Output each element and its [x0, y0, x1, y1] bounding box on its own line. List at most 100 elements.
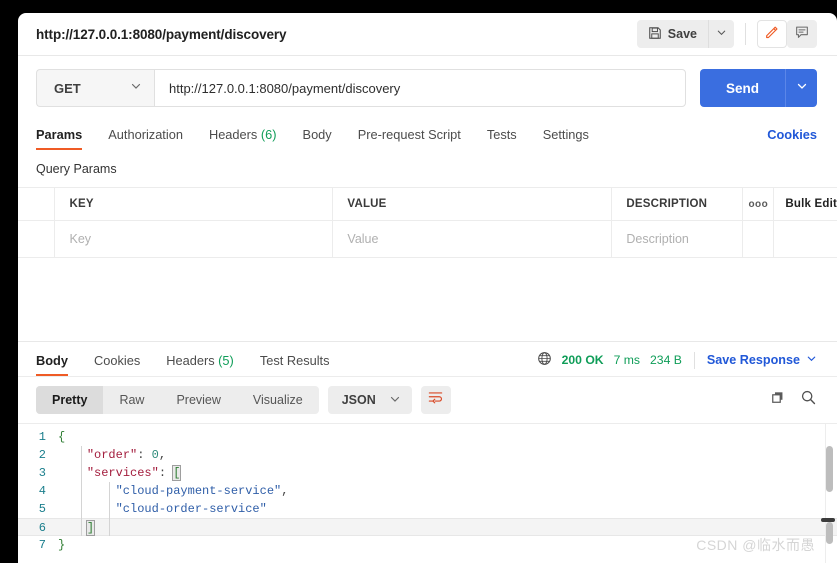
meta-divider [693, 351, 695, 369]
code-line: 4 "cloud-payment-service", [18, 482, 837, 500]
code-token: "cloud-payment-service" [115, 484, 282, 498]
send-button[interactable]: Send [700, 69, 785, 107]
tab-count: (6) [260, 127, 277, 142]
code-token: "cloud-order-service" [115, 502, 267, 516]
response-tab-bar: Body Cookies Headers (5) Test Results 20… [18, 342, 837, 376]
view-mode-visualize[interactable]: Visualize [237, 386, 319, 414]
save-response-label: Save Response [706, 353, 800, 367]
query-params-label: Query Params [36, 162, 117, 176]
tab-label: Cookies [94, 353, 141, 368]
url-input[interactable]: http://127.0.0.1:8080/payment/discovery [154, 69, 686, 107]
tab-pre-request-script[interactable]: Pre-request Script [345, 127, 474, 150]
chevron-down-icon [796, 79, 808, 97]
code-line-list: 1{2 "order": 0, 3 "services": [4 "cloud-p… [18, 424, 837, 554]
column-select-all[interactable] [18, 187, 56, 221]
response-tab-headers[interactable]: Headers (5) [153, 353, 247, 376]
code-token: ] [85, 520, 96, 536]
row-checkbox[interactable] [18, 220, 56, 258]
horizontal-scrollbar-marker[interactable] [821, 518, 835, 522]
response-tab-cookies[interactable]: Cookies [81, 353, 153, 376]
save-button-group: Save [636, 20, 734, 48]
code-token: : [158, 466, 174, 480]
edit-request-button[interactable] [757, 20, 787, 48]
code-token: "order" [86, 448, 138, 462]
column-options[interactable]: ooo [742, 187, 775, 221]
column-key: KEY [54, 187, 334, 221]
ellipsis-icon[interactable]: ooo [748, 199, 768, 210]
save-response-button[interactable]: Save Response [707, 353, 817, 367]
response-toolbar-actions [770, 389, 817, 411]
view-mode-raw[interactable]: Raw [103, 386, 160, 414]
tab-headers[interactable]: Headers (6) [196, 127, 290, 150]
response-tab-test-results[interactable]: Test Results [247, 353, 343, 376]
save-button-label: Save [667, 27, 697, 41]
view-mode-pretty[interactable]: Pretty [36, 386, 104, 414]
view-mode-group: Pretty Raw Preview Visualize [36, 386, 319, 414]
row-value-input[interactable]: Value [332, 220, 613, 258]
response-tab-body[interactable]: Body [36, 353, 81, 376]
tab-tests[interactable]: Tests [474, 127, 530, 150]
bulk-edit-link[interactable]: Bulk Edit [785, 198, 837, 210]
response-format-select[interactable]: JSON [327, 386, 412, 414]
header-divider [745, 23, 746, 45]
send-button-group: Send [699, 69, 817, 107]
response-time: 7 ms [613, 353, 641, 367]
tab-authorization[interactable]: Authorization [95, 127, 196, 150]
view-mode-preview[interactable]: Preview [160, 386, 236, 414]
code-line: 1{ [18, 428, 837, 446]
save-dropdown-button[interactable] [708, 20, 734, 48]
chevron-down-icon [716, 25, 727, 43]
line-number: 3 [38, 466, 46, 480]
globe-icon [537, 351, 552, 369]
tab-label: Tests [486, 127, 517, 142]
chevron-down-icon [389, 393, 401, 408]
code-line: 3 "services": [ [18, 464, 837, 482]
word-wrap-button[interactable] [420, 386, 451, 414]
code-line-text: } [58, 536, 65, 554]
cookies-link[interactable]: Cookies [767, 127, 817, 150]
comment-request-button[interactable] [787, 20, 817, 48]
vertical-scrollbar-thumb[interactable] [826, 446, 833, 492]
tab-count: (5) [218, 353, 234, 368]
column-value: VALUE [332, 187, 613, 221]
tab-settings[interactable]: Settings [530, 127, 602, 150]
tab-label: Settings [542, 127, 589, 142]
copy-icon[interactable] [770, 390, 786, 411]
table-header-row: KEY VALUE DESCRIPTION ooo Bulk Edit [18, 187, 837, 221]
code-token: { [58, 430, 66, 444]
code-token: "services" [86, 466, 159, 480]
column-bulk-edit[interactable]: Bulk Edit [773, 187, 837, 221]
send-dropdown-button[interactable] [785, 69, 817, 107]
search-icon[interactable] [800, 389, 817, 411]
table-row: Key Value Description [18, 220, 837, 258]
tab-label: Params [36, 127, 83, 142]
response-size: 234 B [650, 353, 682, 367]
row-description-input[interactable]: Description [611, 220, 744, 258]
code-line: 2 "order": 0, [18, 446, 837, 464]
tab-label: Body [36, 353, 68, 368]
code-token: [ [172, 465, 182, 481]
code-line-text: "cloud-payment-service", [58, 482, 289, 500]
word-wrap-icon [427, 389, 444, 411]
comment-icon [794, 24, 810, 45]
save-button[interactable]: Save [637, 20, 708, 48]
horizontal-scrollbar-thumb[interactable] [826, 522, 833, 544]
row-options[interactable] [742, 220, 775, 258]
row-key-input[interactable]: Key [54, 220, 334, 258]
tab-params[interactable]: Params [36, 127, 95, 150]
response-body-viewer[interactable]: 1{2 "order": 0, 3 "services": [4 "cloud-p… [18, 423, 837, 563]
header-actions: Save [636, 20, 837, 48]
tab-label: Headers [208, 127, 258, 142]
code-line: 6 ] [18, 518, 837, 536]
chevron-down-icon [130, 79, 142, 97]
column-description: DESCRIPTION [611, 187, 744, 221]
indent-guide [109, 482, 110, 536]
code-line-text: "cloud-order-service" [58, 500, 267, 518]
response-toolbar: Pretty Raw Preview Visualize JSON [18, 376, 837, 423]
tab-label: Authorization [108, 127, 183, 142]
tab-body[interactable]: Body [290, 127, 345, 150]
http-method-select[interactable]: GET [36, 69, 154, 107]
